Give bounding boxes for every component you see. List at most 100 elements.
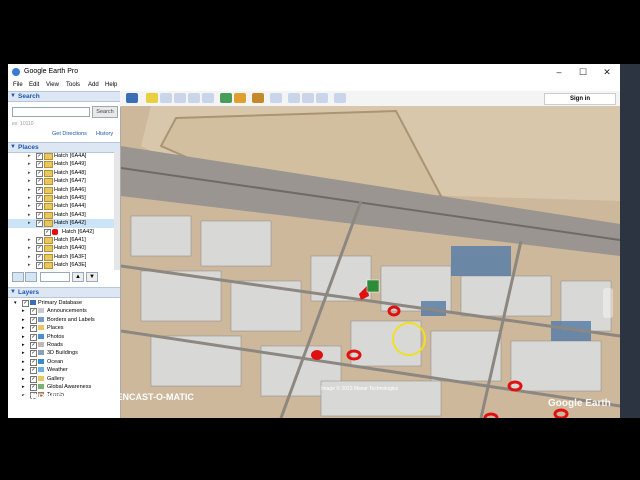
checkbox[interactable]: ✓	[30, 350, 37, 358]
expand-icon[interactable]: ▸	[22, 367, 25, 373]
checkbox[interactable]: ✓	[30, 333, 37, 341]
planets-icon[interactable]	[252, 93, 264, 103]
menu-edit[interactable]: Edit	[29, 82, 39, 88]
expand-icon[interactable]: ▸	[28, 245, 31, 251]
expand-icon[interactable]: ▸	[28, 178, 31, 184]
save-image-icon[interactable]	[316, 93, 328, 103]
expand-icon[interactable]: ▾	[14, 300, 17, 306]
expand-icon[interactable]: ▸	[28, 212, 31, 218]
checkbox[interactable]: ✓	[36, 153, 43, 160]
view-in-maps-icon[interactable]	[334, 93, 346, 103]
historical-imagery-icon[interactable]	[220, 93, 232, 103]
layer-label: Announcements	[47, 308, 87, 315]
menu-add[interactable]: Add	[88, 82, 99, 88]
expand-icon[interactable]: ▸	[28, 262, 31, 268]
sidebar-toggle-icon[interactable]	[126, 93, 138, 103]
folder-icon	[44, 186, 53, 194]
menu-help[interactable]: Help	[105, 82, 117, 88]
checkbox[interactable]: ✓	[30, 384, 37, 391]
sun-icon[interactable]	[234, 93, 246, 103]
places-filter-input[interactable]	[40, 272, 70, 282]
expand-icon[interactable]: ▸	[22, 308, 25, 314]
ruler-icon[interactable]	[270, 93, 282, 103]
maximize-button[interactable]: ☐	[572, 66, 594, 78]
expand-icon[interactable]: ▸	[28, 203, 31, 209]
move-up-button[interactable]: ▲	[72, 272, 84, 282]
place-item[interactable]: ▸ ✓ Hatch [6A3E]	[8, 261, 114, 270]
expand-icon[interactable]: ▸	[28, 237, 31, 243]
sign-in-button[interactable]: Sign in	[544, 93, 616, 105]
checkbox[interactable]: ✓	[30, 375, 37, 383]
expand-icon[interactable]: ▸	[28, 153, 31, 159]
checkbox[interactable]: ✓	[30, 358, 37, 366]
checkbox[interactable]: ✓	[36, 211, 43, 219]
layer-icon	[38, 358, 44, 364]
checkbox[interactable]: ✓	[36, 178, 43, 186]
checkbox[interactable]: ✓	[36, 220, 43, 228]
expand-icon[interactable]: ▸	[28, 170, 31, 176]
layer-label: Global Awareness	[47, 384, 92, 390]
layer-label: Photos	[47, 333, 65, 340]
menu-file[interactable]: File	[13, 82, 23, 88]
history-link[interactable]: History	[96, 131, 113, 137]
checkbox[interactable]: ✓	[30, 308, 37, 316]
checkbox[interactable]: ✓	[22, 300, 29, 307]
search-panel-header[interactable]: ▼ Search	[8, 91, 120, 102]
close-button[interactable]: ✕	[596, 66, 618, 78]
print-icon[interactable]	[302, 93, 314, 103]
folder-icon	[44, 195, 53, 202]
search-button[interactable]: Search	[92, 106, 118, 118]
email-icon[interactable]	[288, 93, 300, 103]
search-places-icon[interactable]	[12, 272, 24, 282]
checkbox[interactable]: ✓	[36, 203, 43, 211]
menu-tools[interactable]: Tools	[66, 82, 80, 88]
placemark-icon[interactable]	[146, 93, 158, 103]
place-label: Hatch [6A42]	[54, 220, 86, 227]
expand-icon[interactable]: ▸	[22, 325, 25, 331]
expand-icon[interactable]: ▸	[22, 342, 25, 348]
places-scrollbar[interactable]	[114, 152, 120, 270]
expand-icon[interactable]: ▸	[22, 350, 25, 356]
map-view[interactable]: Google Earth Image © 2023 Maxar Technolo…	[121, 106, 620, 418]
get-directions-link[interactable]: Get Directions	[52, 131, 87, 137]
checkbox[interactable]: ✓	[36, 245, 43, 253]
expand-icon[interactable]: ▸	[22, 334, 25, 340]
checkbox[interactable]: ✓	[36, 169, 43, 177]
checkbox[interactable]: ✓	[30, 325, 37, 333]
checkbox[interactable]: ✓	[36, 186, 43, 194]
menu-view[interactable]: View	[46, 82, 59, 88]
polygon-icon[interactable]	[160, 93, 172, 103]
minimize-button[interactable]: –	[548, 66, 570, 78]
expand-icon[interactable]: ▸	[28, 161, 31, 167]
path-icon[interactable]	[174, 93, 186, 103]
checkbox[interactable]: ✓	[44, 228, 51, 236]
checkbox[interactable]: ✓	[36, 262, 43, 270]
expand-icon[interactable]: ▸	[22, 317, 25, 323]
folder-icon	[44, 237, 53, 244]
image-overlay-icon[interactable]	[188, 93, 200, 103]
search-input[interactable]	[12, 107, 90, 117]
place-label: Hatch [6A45]	[54, 195, 86, 201]
record-tour-icon[interactable]	[202, 93, 214, 103]
checkbox[interactable]: ✓	[30, 316, 37, 324]
checkbox[interactable]: ✓	[36, 195, 43, 202]
expand-icon[interactable]: ▸	[28, 220, 31, 226]
checkbox[interactable]: ✓	[30, 367, 37, 375]
place-label: Hatch [6A40]	[54, 245, 86, 252]
checkbox[interactable]: ✓	[30, 342, 37, 349]
checkbox[interactable]: ✓	[36, 161, 43, 169]
zoom-slider[interactable]	[603, 288, 613, 318]
checkbox[interactable]: ✓	[36, 253, 43, 261]
move-down-button[interactable]: ▼	[86, 272, 98, 282]
layer-label: Gallery	[47, 375, 65, 382]
show-sidebar-icon[interactable]	[25, 272, 37, 282]
expand-icon[interactable]: ▸	[22, 384, 25, 390]
expand-icon[interactable]: ▸	[28, 187, 31, 193]
checkbox[interactable]: ✓	[36, 237, 43, 244]
expand-icon[interactable]: ▸	[28, 254, 31, 260]
layers-panel-title: Layers	[18, 289, 39, 296]
collapse-arrow-icon: ▼	[10, 93, 16, 99]
expand-icon[interactable]: ▸	[22, 359, 25, 365]
expand-icon[interactable]: ▸	[22, 376, 25, 382]
expand-icon[interactable]: ▸	[28, 195, 31, 201]
